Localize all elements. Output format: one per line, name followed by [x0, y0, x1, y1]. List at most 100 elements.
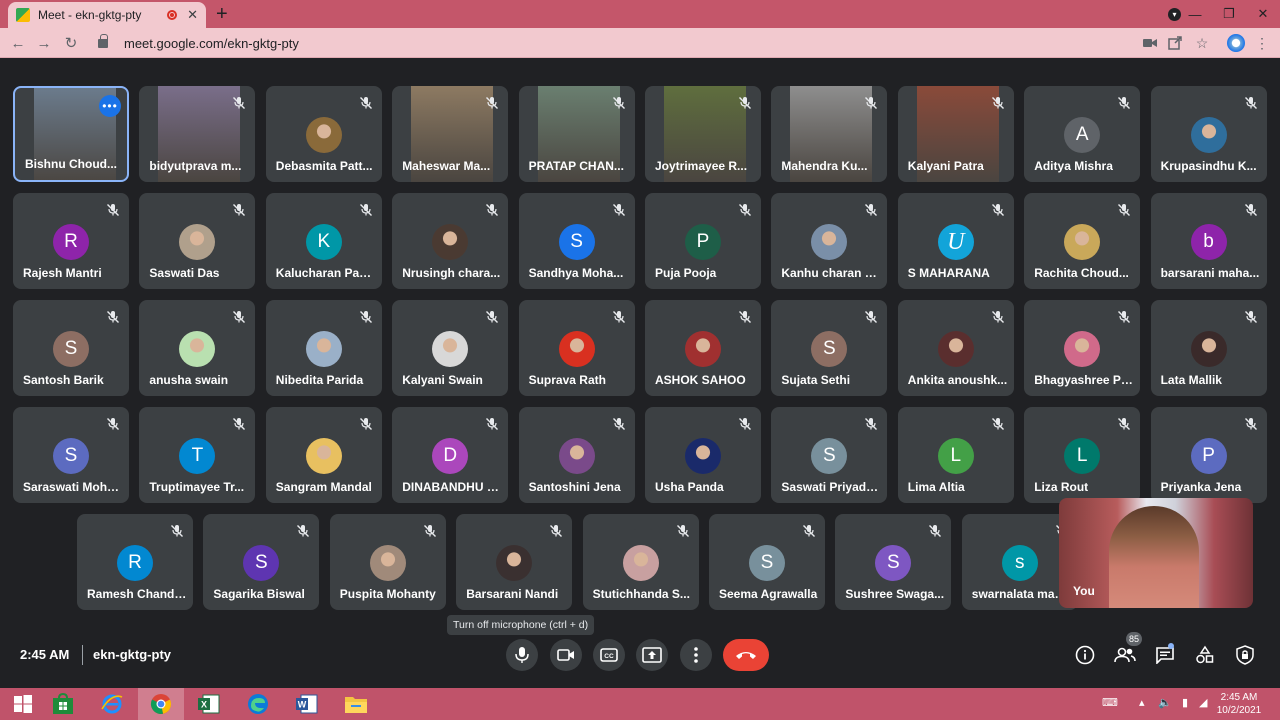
chrome-menu-icon[interactable]: ⋮ — [1253, 34, 1271, 52]
participant-tile[interactable]: Kalyani Patra — [897, 86, 1014, 182]
participant-tile[interactable]: R Rajesh Mantri — [13, 193, 129, 289]
address-bar[interactable]: meet.google.com/ekn-gktg-pty — [92, 31, 1132, 55]
forward-button[interactable]: → — [34, 33, 54, 53]
participant-tile[interactable]: S Saswati Priyada... — [771, 407, 888, 503]
reload-button[interactable]: ↻ — [61, 33, 81, 53]
participant-name: Kalucharan Pad... — [275, 266, 376, 280]
participant-tile[interactable]: S Sagarika Biswal — [203, 514, 320, 610]
mic-muted-icon — [359, 203, 373, 217]
profile-avatar[interactable] — [1227, 34, 1245, 52]
participant-tile[interactable]: K Kalucharan Pad... — [265, 193, 382, 289]
taskbar-file-explorer-app[interactable] — [333, 688, 379, 720]
participant-tile[interactable]: Saswati Das — [139, 193, 256, 289]
taskbar-edge-app[interactable] — [235, 688, 281, 720]
battery-icon[interactable]: ▮ — [1182, 696, 1188, 709]
close-window-button[interactable]: ✕ — [1246, 0, 1280, 28]
taskbar-chrome-app[interactable] — [138, 688, 184, 720]
host-controls-button[interactable] — [1233, 643, 1257, 667]
close-tab-icon[interactable]: ✕ — [187, 7, 198, 23]
microphone-button[interactable] — [506, 639, 538, 671]
more-options-button[interactable] — [680, 639, 712, 671]
network-icon[interactable]: ◢ — [1199, 696, 1207, 709]
share-icon[interactable] — [1166, 34, 1184, 52]
participant-tile[interactable]: A Aditya Mishra — [1024, 86, 1141, 182]
participant-tile[interactable]: Debasmita Patt... — [265, 86, 382, 182]
keyboard-icon[interactable]: ⌨ — [1102, 696, 1118, 709]
present-icon — [642, 647, 662, 663]
participant-tile[interactable]: Nibedita Parida — [265, 300, 382, 396]
activities-button[interactable] — [1193, 643, 1217, 667]
participant-tile[interactable]: P Priyanka Jena — [1150, 407, 1267, 503]
system-clock[interactable]: 2:45 AM 10/2/2021 — [1216, 691, 1262, 717]
participant-tile[interactable]: Bhagyashree Pr... — [1024, 300, 1141, 396]
participant-tile[interactable]: Suprava Rath — [518, 300, 635, 396]
present-screen-button[interactable] — [636, 639, 668, 671]
self-view-tile[interactable]: You — [1059, 498, 1253, 608]
participant-tile[interactable]: S Sandhya Moha... — [518, 193, 635, 289]
participant-tile[interactable]: S Seema Agrawalla — [709, 514, 825, 610]
participant-tile[interactable]: T Truptimayee Tr... — [139, 407, 256, 503]
minimize-button[interactable]: — — [1178, 0, 1212, 28]
participant-tile[interactable]: bidyutprava m... — [139, 86, 256, 182]
participant-tile[interactable]: D DINABANDHU S... — [392, 407, 509, 503]
taskbar-excel-app[interactable]: X — [186, 688, 232, 720]
participant-name: Krupasindhu K... — [1160, 159, 1257, 173]
participant-tile[interactable]: S Sushree Swaga... — [835, 514, 952, 610]
participant-tile[interactable]: Ankita anoushk... — [897, 300, 1014, 396]
volume-icon[interactable]: 🔈 — [1158, 696, 1172, 709]
mic-muted-icon — [359, 96, 373, 110]
participant-tile[interactable]: Puspita Mohanty — [329, 514, 446, 610]
mic-muted-icon — [485, 310, 499, 324]
back-button[interactable]: ← — [8, 33, 28, 53]
camera-button[interactable] — [550, 639, 582, 671]
participant-tile[interactable]: L Liza Rout — [1024, 407, 1141, 503]
participant-tile[interactable]: S Saraswati Moha... — [13, 407, 129, 503]
participant-count-badge: 85 — [1126, 632, 1142, 646]
participant-tile[interactable]: ••• Bishnu Choud... — [13, 86, 129, 182]
bookmark-star-icon[interactable]: ☆ — [1193, 34, 1211, 52]
participant-tile[interactable]: S Santosh Barik — [13, 300, 129, 396]
participant-avatar — [1064, 224, 1101, 260]
meeting-details-button[interactable] — [1073, 643, 1097, 667]
maximize-button[interactable]: ❐ — [1212, 0, 1246, 28]
taskbar-ie-app[interactable] — [89, 688, 135, 720]
participant-tile[interactable]: R Ramesh Chandr... — [77, 514, 193, 610]
participant-tile[interactable]: U S MAHARANA — [897, 193, 1014, 289]
participant-tile[interactable]: Barsarani Nandi — [456, 514, 573, 610]
mic-muted-icon — [738, 203, 752, 217]
browser-tab[interactable]: Meet - ekn-gktg-pty ✕ — [8, 2, 206, 28]
new-tab-button[interactable]: + — [216, 3, 228, 25]
tile-more-options-button[interactable]: ••• — [99, 95, 121, 117]
participant-tile[interactable]: Kalyani Swain — [392, 300, 509, 396]
participant-tile[interactable]: Sangram Mandal — [265, 407, 382, 503]
leave-call-button[interactable] — [723, 639, 769, 671]
participant-tile[interactable]: ASHOK SAHOO — [645, 300, 761, 396]
participant-tile[interactable]: PRATAP CHAN... — [518, 86, 635, 182]
word-icon: W — [296, 694, 318, 714]
people-button[interactable] — [1113, 643, 1137, 667]
taskbar-store-app[interactable] — [40, 688, 86, 720]
participant-tile[interactable]: Maheswar Ma... — [392, 86, 509, 182]
participant-tile[interactable]: P Puja Pooja — [645, 193, 761, 289]
participant-tile[interactable]: Kanhu charan B... — [771, 193, 888, 289]
participant-tile[interactable]: Stutichhanda S... — [582, 514, 699, 610]
participant-tile[interactable]: Nrusingh chara... — [392, 193, 509, 289]
mic-muted-icon — [864, 96, 878, 110]
participant-tile[interactable]: Santoshini Jena — [518, 407, 635, 503]
mic-muted-icon — [738, 417, 752, 431]
tray-expand-icon[interactable]: ▴ — [1139, 696, 1145, 709]
captions-button[interactable]: CC — [593, 639, 625, 671]
camera-in-use-icon[interactable] — [1141, 34, 1159, 52]
participant-tile[interactable]: anusha swain — [139, 300, 256, 396]
participant-tile[interactable]: S Sujata Sethi — [771, 300, 888, 396]
participant-tile[interactable]: Lata Mallik — [1150, 300, 1267, 396]
participant-tile[interactable]: Rachita Choud... — [1024, 193, 1141, 289]
participant-tile[interactable]: Krupasindhu K... — [1150, 86, 1267, 182]
participant-tile[interactable]: b barsarani maha... — [1150, 193, 1267, 289]
participant-tile[interactable]: Joytrimayee R... — [645, 86, 761, 182]
participant-tile[interactable]: L Lima Altia — [897, 407, 1014, 503]
participant-tile[interactable]: Mahendra Ku... — [771, 86, 888, 182]
participant-name: Stutichhanda S... — [592, 587, 690, 601]
taskbar-word-app[interactable]: W — [284, 688, 330, 720]
participant-tile[interactable]: Usha Panda — [645, 407, 761, 503]
